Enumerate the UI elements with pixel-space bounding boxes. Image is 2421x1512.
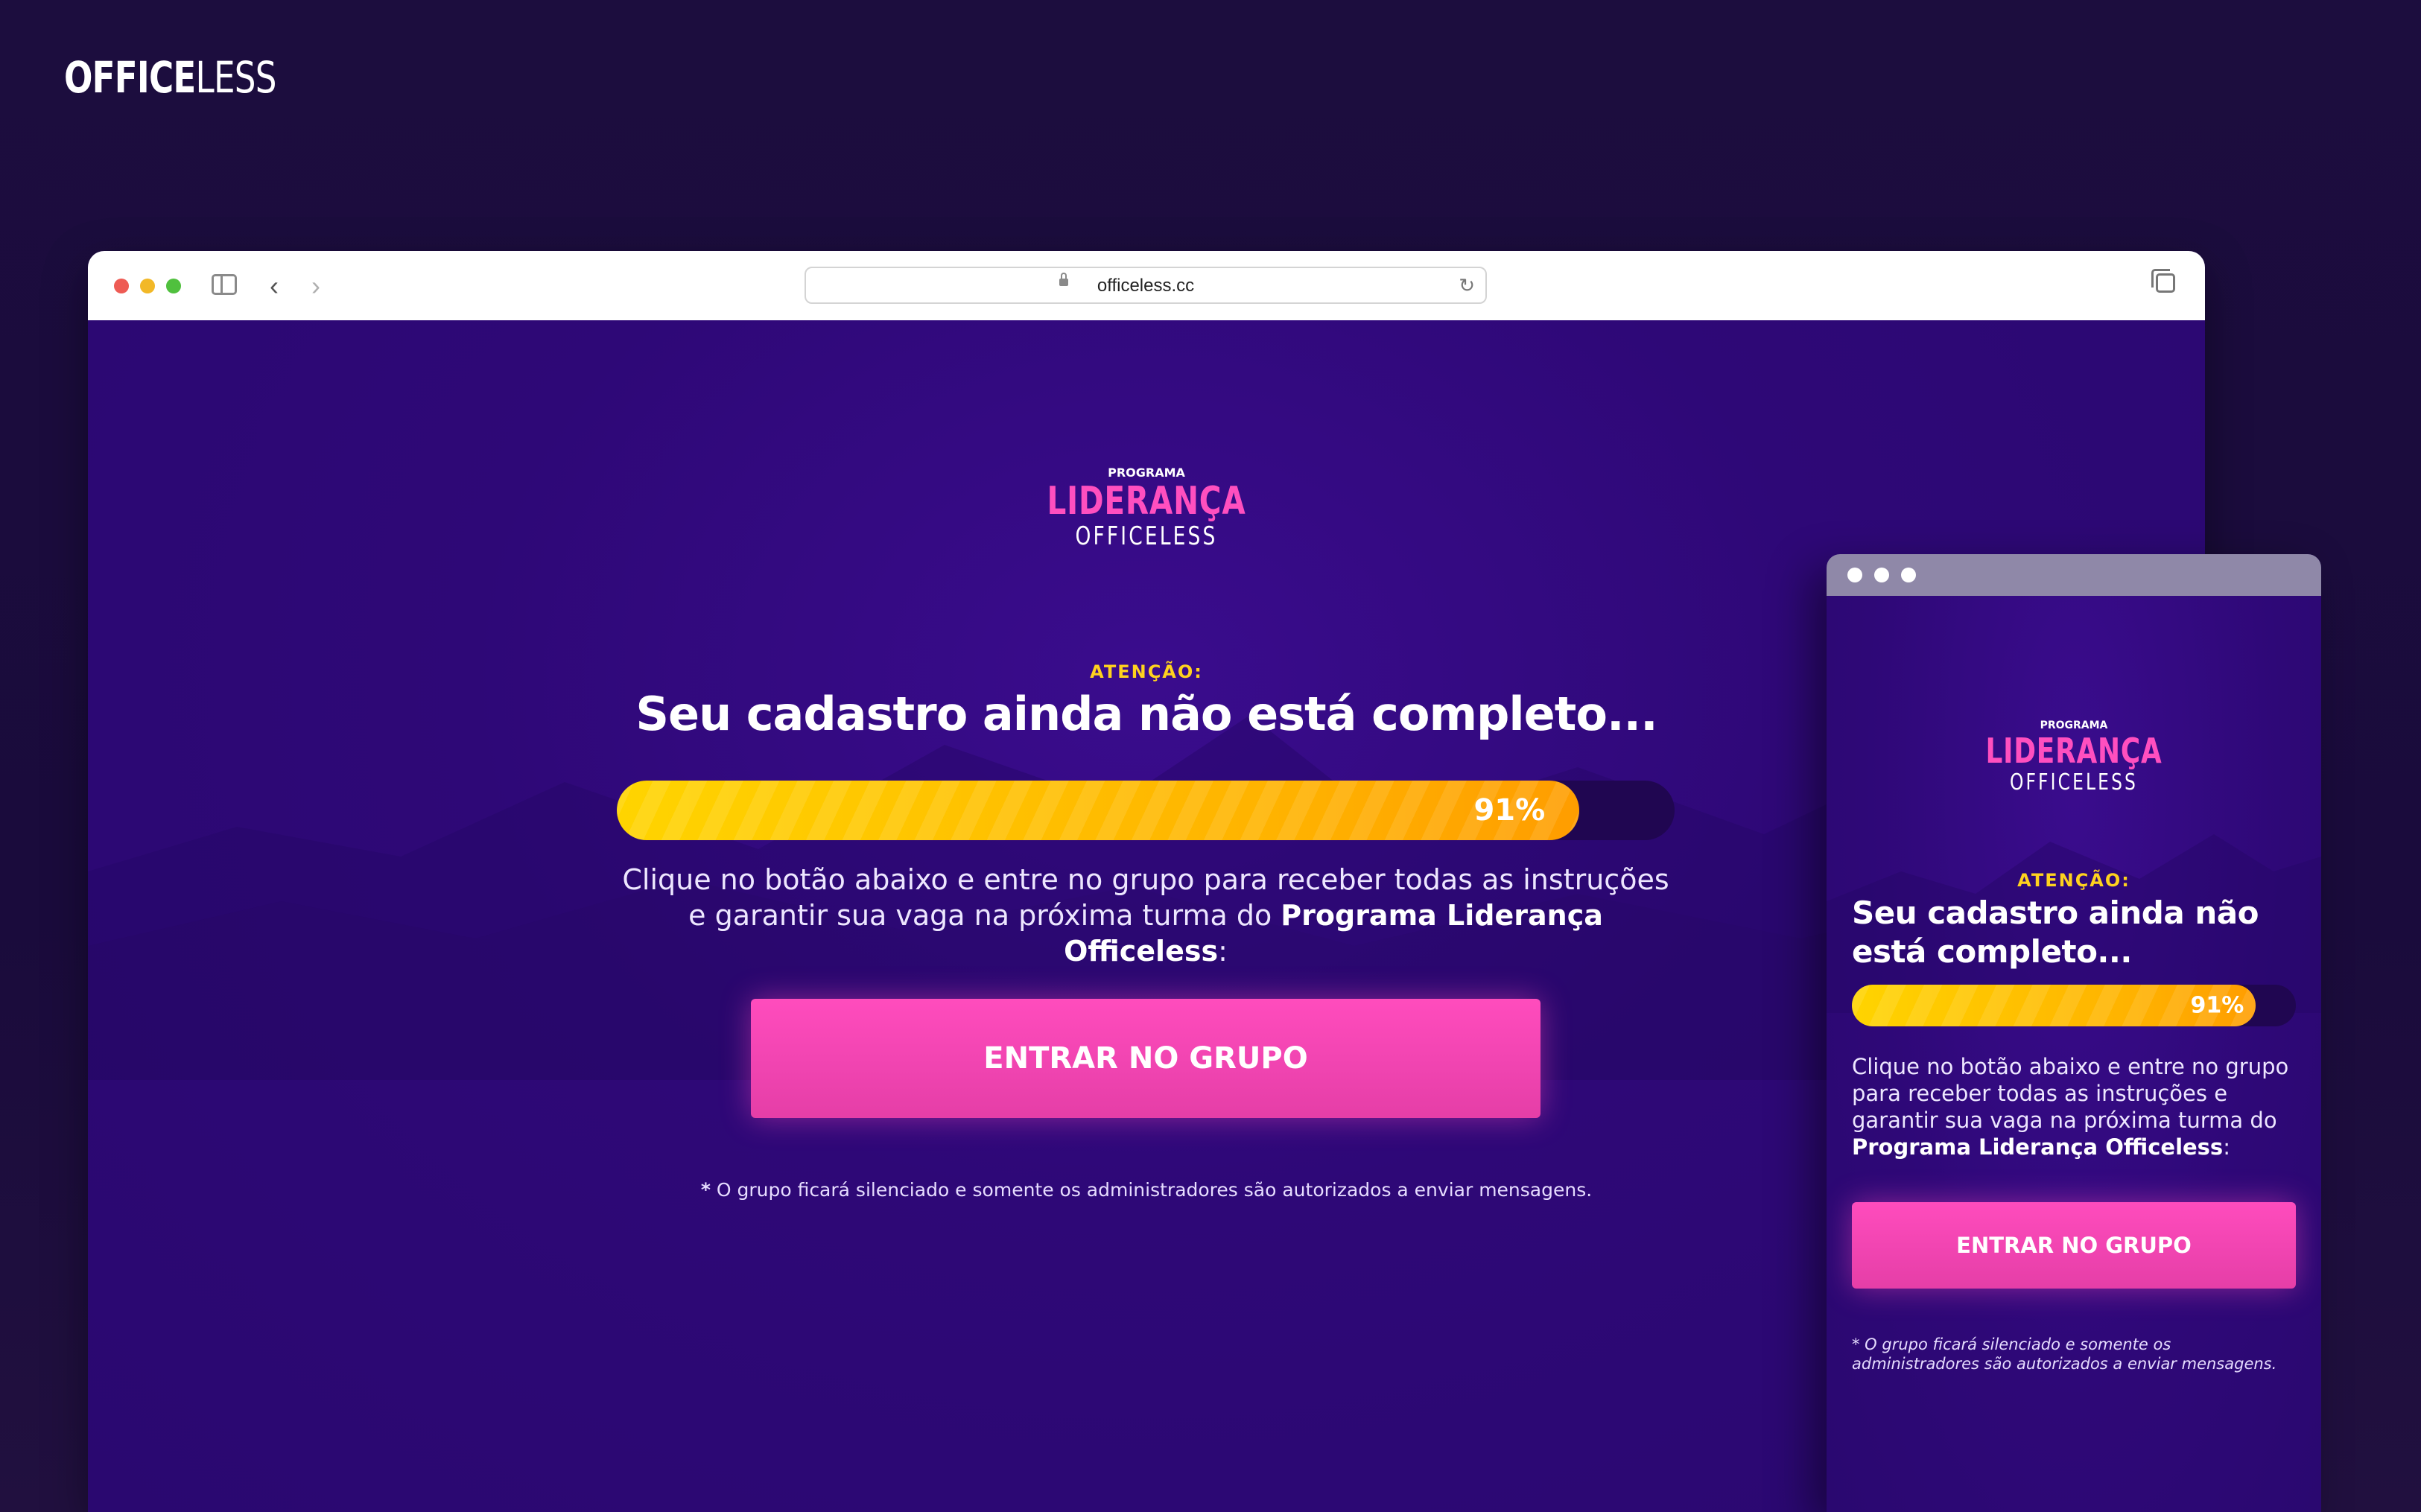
officeless-brand-logo: OFFICELESS — [64, 52, 276, 103]
progress-percent: 91% — [2190, 992, 2244, 1019]
forward-arrow-icon[interactable]: › — [311, 270, 320, 302]
url-text: officeless.cc — [1097, 276, 1195, 296]
minimize-window-button[interactable] — [140, 279, 155, 293]
progress-bar: 91% — [1852, 985, 2296, 1026]
join-group-button[interactable]: ENTRAR NO GRUPO — [751, 999, 1541, 1118]
browser-toolbar: ‹ › officeless.cc ↻ — [88, 251, 2205, 321]
progress-bar-fill: 91% — [617, 781, 1580, 840]
progress-bar: 91% — [617, 781, 1675, 840]
window-dot-icon — [1847, 568, 1862, 582]
instructions-text: Clique no botão abaixo e entre no grupo … — [1852, 1054, 2289, 1160]
attention-label: ATENÇÃO: — [2017, 870, 2130, 891]
maximize-window-button[interactable] — [166, 279, 181, 293]
sidebar-toggle-icon[interactable] — [212, 274, 237, 295]
window-dot-icon — [1901, 568, 1916, 582]
program-name: Programa Liderança Officeless — [1852, 1134, 2224, 1160]
programa-lideranca-logo: PROGRAMA LIDERANÇA OFFICELESS — [1047, 466, 1246, 551]
mobile-landing-page: PROGRAMA LIDERANÇA OFFICELESS ATENÇÃO: S… — [1827, 596, 2321, 1512]
join-group-button[interactable]: ENTRAR NO GRUPO — [1852, 1202, 2296, 1289]
tab-overview-icon[interactable] — [2151, 269, 2175, 293]
reload-icon[interactable]: ↻ — [1459, 274, 1475, 297]
page-headline: Seu cadastro ainda não está completo... — [1852, 895, 2259, 970]
address-bar[interactable]: officeless.cc ↻ — [805, 267, 1487, 304]
progress-bar-fill: 91% — [1852, 985, 2256, 1026]
programa-lideranca-logo: PROGRAMA LIDERANÇA OFFICELESS — [1985, 720, 2163, 795]
instructions-text: Clique no botão abaixo e entre no grupo … — [622, 863, 1669, 968]
progress-percent: 91% — [1473, 793, 1546, 828]
window-dot-icon — [1874, 568, 1889, 582]
close-window-button[interactable] — [114, 279, 129, 293]
footnote: * O grupo ficará silenciado e somente os… — [1852, 1335, 2277, 1373]
mobile-preview-window: PROGRAMA LIDERANÇA OFFICELESS ATENÇÃO: S… — [1827, 554, 2321, 1512]
mobile-titlebar — [1827, 554, 2321, 596]
back-arrow-icon[interactable]: ‹ — [270, 270, 279, 302]
